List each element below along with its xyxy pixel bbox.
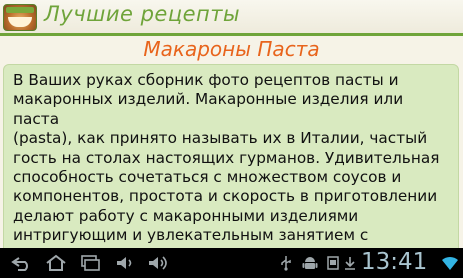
back-icon[interactable] <box>10 254 34 272</box>
app-header: Лучшие рецепты <box>0 0 463 36</box>
system-navigation-bar: 13:41 <box>0 248 463 278</box>
home-icon[interactable] <box>44 254 68 272</box>
recipe-content[interactable]: Макароны Паста В Ваших руках сборник фот… <box>0 36 463 248</box>
screen: Лучшие рецепты Макароны Паста В Ваших ру… <box>0 0 463 278</box>
screenshot-icon <box>326 255 340 275</box>
status-clock: 13:41 <box>361 249 428 275</box>
android-debug-icon <box>302 255 318 275</box>
wifi-icon <box>441 254 459 276</box>
app-logo-icon <box>3 4 37 31</box>
volume-up-icon[interactable] <box>146 254 170 272</box>
recipe-description: В Ваших руках сборник фото рецептов паст… <box>13 71 440 248</box>
volume-down-icon[interactable] <box>114 254 138 272</box>
app-title: Лучшие рецепты <box>44 2 241 26</box>
recipe-title: Макароны Паста <box>143 37 320 61</box>
logo-bowl <box>8 17 32 27</box>
logo-banner <box>6 7 34 13</box>
description-card[interactable]: В Ваших руках сборник фото рецептов паст… <box>3 64 459 248</box>
recent-apps-icon[interactable] <box>78 254 102 272</box>
download-icon <box>343 255 357 275</box>
usb-icon <box>279 255 293 275</box>
